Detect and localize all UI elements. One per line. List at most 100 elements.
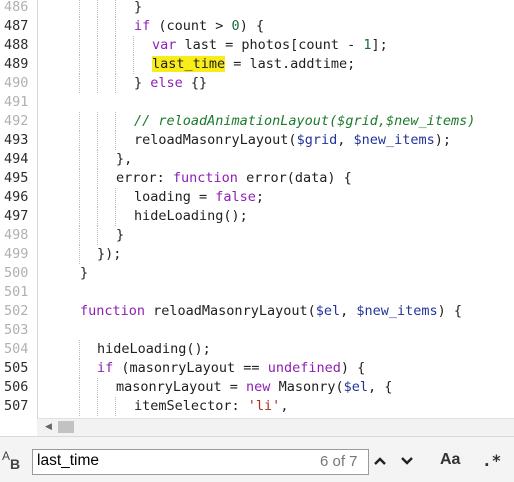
code-line[interactable]: 487 if (count > 0) { xyxy=(0,17,514,36)
find-replace-toggle-icon[interactable]: AB xyxy=(2,449,28,473)
line-number: 493 xyxy=(4,132,29,148)
line-gutter[interactable]: 491 xyxy=(0,93,38,112)
code-token: , xyxy=(337,132,354,148)
match-case-button[interactable]: Aa xyxy=(440,451,460,469)
prev-match-button[interactable] xyxy=(369,450,391,472)
code-line[interactable]: 501 xyxy=(0,283,514,302)
line-gutter[interactable]: 496 xyxy=(0,188,38,207)
indent-guide xyxy=(79,245,80,264)
scrollbar-thumb[interactable] xyxy=(58,421,74,433)
find-input[interactable] xyxy=(37,452,307,470)
code-token: ) { xyxy=(340,360,366,376)
code-line[interactable]: 491 xyxy=(0,93,514,112)
line-gutter[interactable]: 494 xyxy=(0,150,38,169)
line-gutter[interactable]: 488 xyxy=(0,36,38,55)
indent-guide xyxy=(97,0,98,17)
code-text: error: function error(data) { xyxy=(116,169,352,188)
indent-guide xyxy=(79,150,80,169)
indent-guide xyxy=(97,207,98,226)
code-token: (masonryLayout == xyxy=(113,360,268,376)
line-gutter[interactable]: 493 xyxy=(0,131,38,150)
code-line[interactable]: 488 var last = photos[count - 1]; xyxy=(0,36,514,55)
indent-guide xyxy=(97,55,98,74)
code-line[interactable]: 507 itemSelector: 'li', xyxy=(0,397,514,416)
code-token: , xyxy=(340,303,357,319)
code-line[interactable]: 496 loading = false; xyxy=(0,188,514,207)
code-text: function reloadMasonryLayout($el, $new_i… xyxy=(80,302,462,321)
code-line[interactable]: 502 function reloadMasonryLayout($el, $ne… xyxy=(0,302,514,321)
line-number: 491 xyxy=(4,94,29,110)
line-gutter[interactable]: 498 xyxy=(0,226,38,245)
indent-guide xyxy=(79,378,80,397)
code-token: new xyxy=(246,379,271,395)
next-match-button[interactable] xyxy=(396,450,418,472)
line-gutter[interactable]: 497 xyxy=(0,207,38,226)
line-gutter[interactable]: 506 xyxy=(0,378,38,397)
code-text: hideLoading(); xyxy=(97,340,211,359)
code-text: } else {} xyxy=(134,74,207,93)
line-gutter[interactable]: 487 xyxy=(0,17,38,36)
line-gutter[interactable]: 501 xyxy=(0,283,38,302)
indent-guide xyxy=(97,17,98,36)
code-text: itemSelector: 'li', xyxy=(134,397,288,416)
code-token: error(data) { xyxy=(237,170,352,186)
line-number: 507 xyxy=(4,398,29,414)
line-number: 499 xyxy=(4,246,29,262)
line-gutter[interactable]: 495 xyxy=(0,169,38,188)
code-token: itemSelector: xyxy=(134,398,248,414)
indent-guide xyxy=(79,112,80,131)
code-text: loading = false; xyxy=(134,188,264,207)
code-token: 'li' xyxy=(247,398,281,414)
line-number: 505 xyxy=(4,360,29,376)
code-text: if (count > 0) { xyxy=(134,17,264,36)
code-line[interactable]: 494}, xyxy=(0,150,514,169)
indent-guide xyxy=(97,150,98,169)
code-line[interactable]: 495 error: function error(data) { xyxy=(0,169,514,188)
line-gutter[interactable]: 505 xyxy=(0,359,38,378)
line-gutter[interactable]: 503 xyxy=(0,321,38,340)
code-line[interactable]: 490 } else {} xyxy=(0,74,514,93)
line-number: 506 xyxy=(4,379,29,395)
line-gutter[interactable]: 486 xyxy=(0,0,38,17)
code-line[interactable]: 498} xyxy=(0,226,514,245)
line-gutter[interactable]: 490 xyxy=(0,74,38,93)
code-text: if (masonryLayout == undefined) { xyxy=(97,359,365,378)
line-number: 486 xyxy=(4,0,29,15)
code-line[interactable]: 506 masonryLayout = new Masonry($el, { xyxy=(0,378,514,397)
code-token: } xyxy=(134,75,151,91)
code-token: reloadMasonryLayout( xyxy=(145,303,316,319)
code-line[interactable]: 504 hideLoading(); xyxy=(0,340,514,359)
code-line[interactable]: 497 hideLoading(); xyxy=(0,207,514,226)
line-number: 502 xyxy=(4,303,29,319)
code-line[interactable]: 499}); xyxy=(0,245,514,264)
code-line[interactable]: 500} xyxy=(0,264,514,283)
code-text: hideLoading(); xyxy=(134,207,248,226)
line-gutter[interactable]: 507 xyxy=(0,397,38,416)
code-line[interactable]: 503 xyxy=(0,321,514,340)
indent-guide xyxy=(97,188,98,207)
line-gutter[interactable]: 502 xyxy=(0,302,38,321)
code-text: reloadMasonryLayout($grid, $new_items); xyxy=(134,131,451,150)
line-number: 498 xyxy=(4,227,29,243)
code-token: }); xyxy=(97,246,122,262)
code-token: $grid xyxy=(296,132,338,148)
code-line[interactable]: 505 if (masonryLayout == undefined) { xyxy=(0,359,514,378)
indent-guide xyxy=(79,226,80,245)
horizontal-scrollbar[interactable]: ◀ xyxy=(37,418,514,436)
scroll-left-icon[interactable]: ◀ xyxy=(45,422,52,432)
code-line[interactable]: 486} xyxy=(0,0,514,17)
regex-button[interactable]: .* xyxy=(482,451,501,470)
line-number: 503 xyxy=(4,322,29,338)
line-gutter[interactable]: 489 xyxy=(0,55,38,74)
code-line[interactable]: 493 reloadMasonryLayout($grid, $new_items… xyxy=(0,131,514,150)
code-line[interactable]: 492 // reloadAnimationLayout($grid,$new_i… xyxy=(0,112,514,131)
code-editor[interactable]: 486} 487 if (count > 0) {488 var last = pho… xyxy=(0,0,514,418)
code-line[interactable]: 489 last_time = last.addtime; xyxy=(0,55,514,74)
line-gutter[interactable]: 500 xyxy=(0,264,38,283)
indent-guide xyxy=(79,340,80,359)
line-gutter[interactable]: 504 xyxy=(0,340,38,359)
line-gutter[interactable]: 499 xyxy=(0,245,38,264)
code-token: error: xyxy=(116,170,173,186)
indent-guide xyxy=(97,36,98,55)
line-gutter[interactable]: 492 xyxy=(0,112,38,131)
